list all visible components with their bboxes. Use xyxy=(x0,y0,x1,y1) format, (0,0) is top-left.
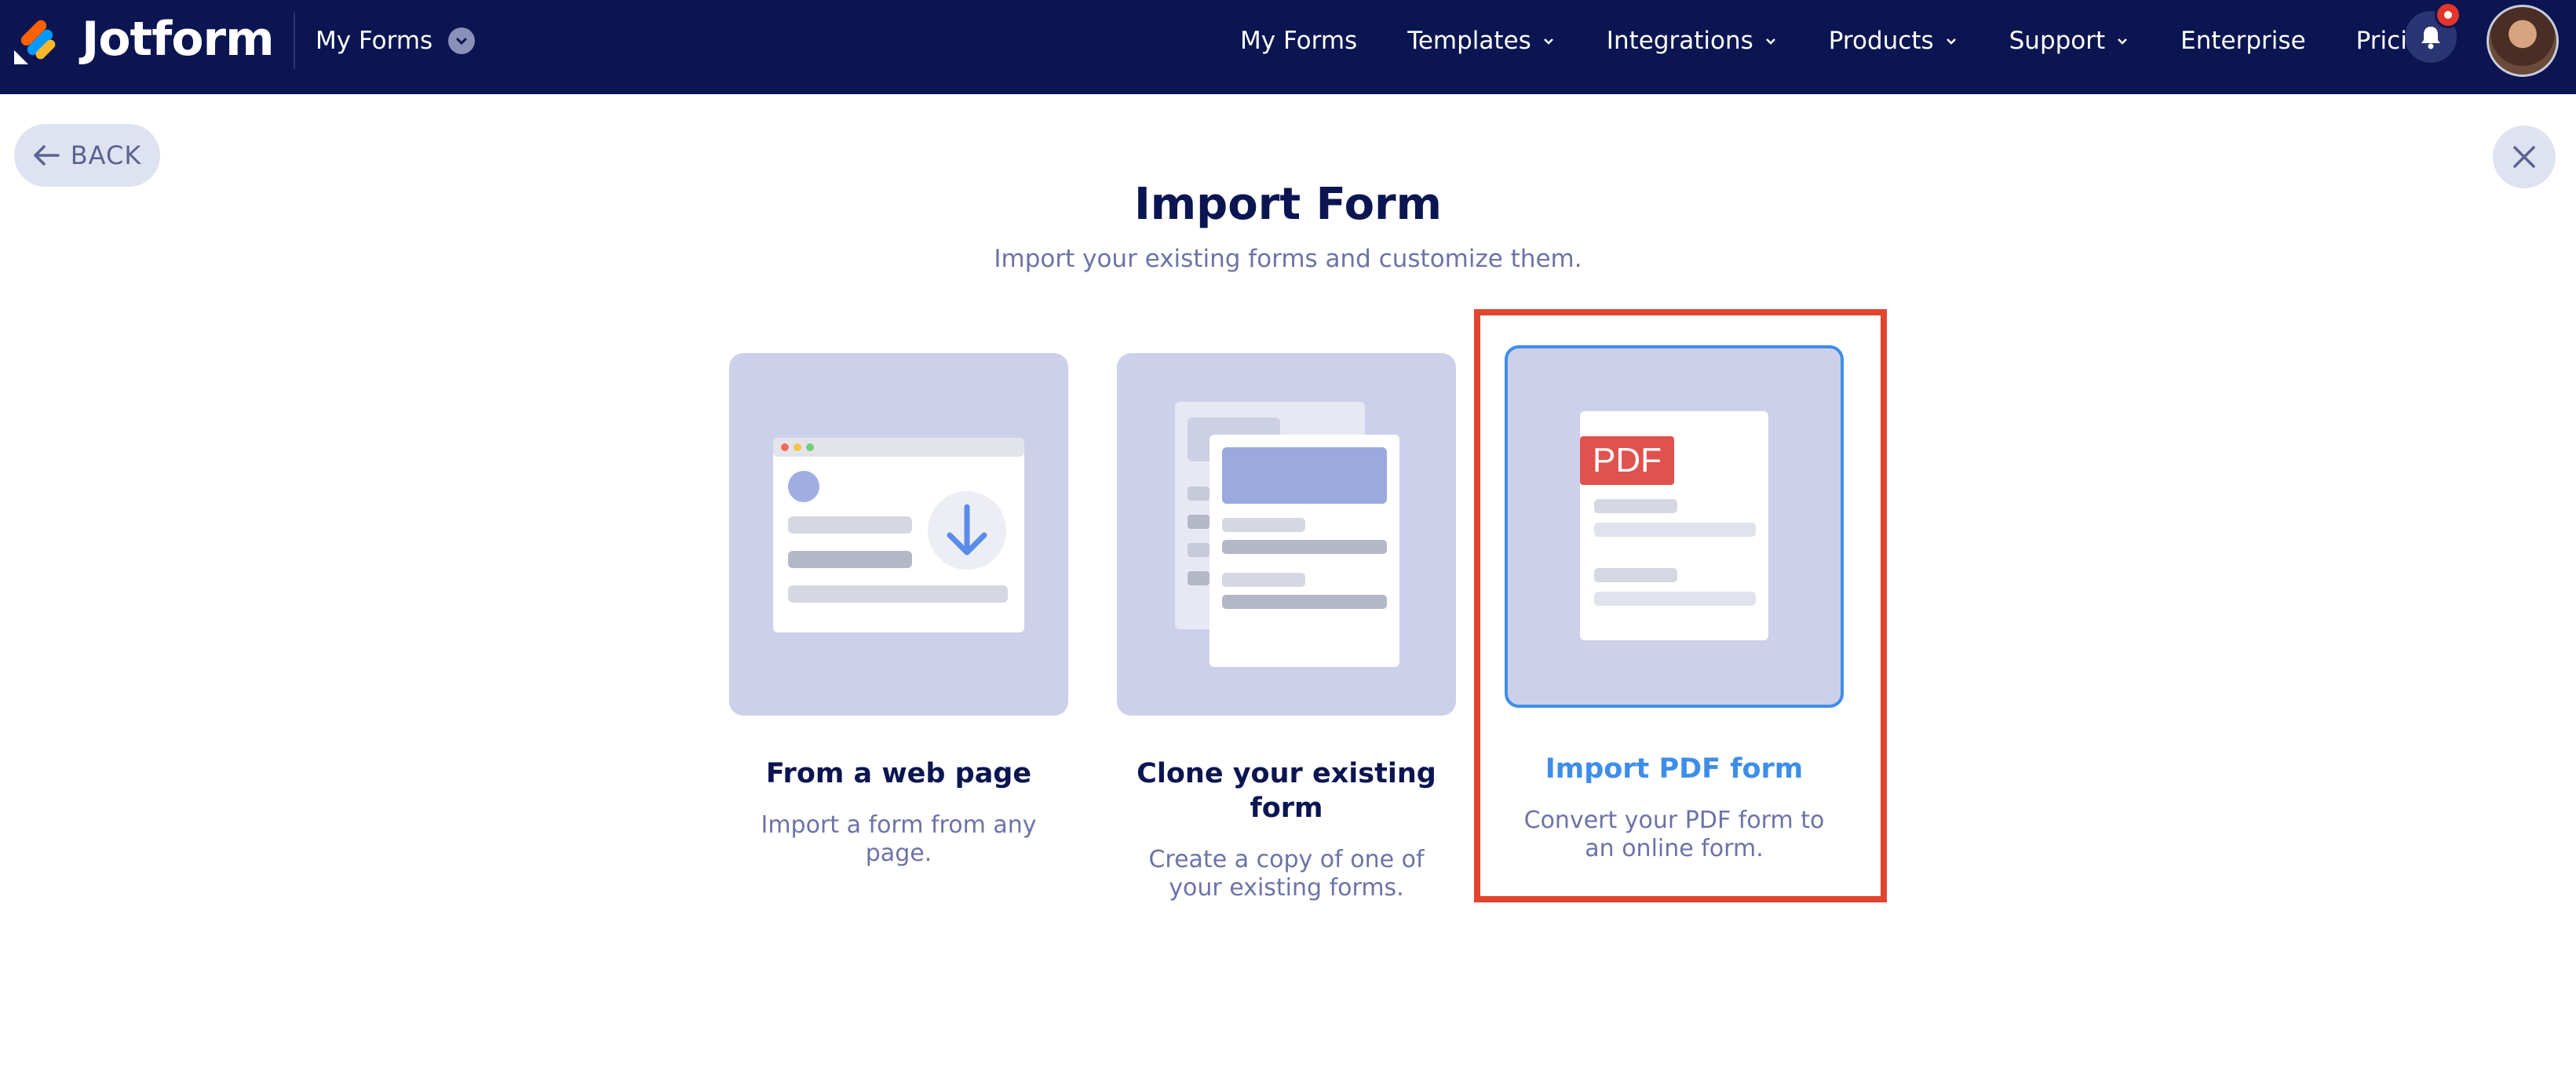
nav-link-label: Enterprise xyxy=(2180,27,2306,55)
nav-divider xyxy=(294,13,295,69)
web-page-illustration xyxy=(729,353,1068,716)
card-title: From a web page xyxy=(765,758,1032,789)
my-forms-switcher[interactable]: My Forms xyxy=(316,20,476,61)
card-title: Clone your existing form xyxy=(1137,758,1436,824)
chevron-down-icon xyxy=(1543,38,1553,45)
nav-link-products[interactable]: Products xyxy=(1829,27,1959,55)
pdf-badge-label: PDF xyxy=(1593,441,1662,479)
chevron-down-icon xyxy=(1765,38,1775,45)
pdf-illustration: PDF xyxy=(1505,345,1844,708)
back-label: BACK xyxy=(70,140,142,170)
brand-name[interactable]: Jotform xyxy=(82,11,275,67)
chevron-down-icon xyxy=(448,27,476,54)
close-icon xyxy=(2513,146,2535,168)
card-description: Convert your PDF form to an online form. xyxy=(1523,807,1825,862)
avatar[interactable] xyxy=(2487,5,2559,77)
arrow-left-icon xyxy=(33,145,60,166)
nav-link-enterprise[interactable]: Enterprise xyxy=(2180,27,2305,55)
chevron-down-icon xyxy=(1946,38,1956,45)
card-description: Create a copy of one of your existing fo… xyxy=(1148,846,1425,902)
jotform-logo-icon[interactable] xyxy=(13,16,63,66)
notification-badge xyxy=(2435,2,2461,28)
browser-download-icon xyxy=(773,438,1024,632)
pdf-badge: PDF xyxy=(1580,436,1674,485)
nav-link-label: Support xyxy=(2009,27,2106,55)
card-title: Import PDF form xyxy=(1545,753,1804,785)
switcher-label: My Forms xyxy=(316,27,433,55)
nav-link-templates[interactable]: Templates xyxy=(1407,27,1556,55)
nav-link-label: My Forms xyxy=(1240,27,1358,55)
top-navbar: Jotform My Forms My Forms Templates Inte… xyxy=(0,0,2576,94)
page-title: Import Form xyxy=(1133,179,1443,230)
nav-links: My Forms Templates Integrations Products… xyxy=(1240,20,2488,61)
nav-link-label: Integrations xyxy=(1606,27,1753,55)
nav-link-my-forms[interactable]: My Forms xyxy=(1240,27,1357,55)
nav-link-label: Products xyxy=(1828,27,1934,55)
clone-form-icon xyxy=(1175,402,1399,667)
page-subtitle: Import your existing forms and customize… xyxy=(994,245,1582,273)
import-from-web-page-card[interactable]: From a web page Import a form from any p… xyxy=(729,353,1068,868)
nav-link-support[interactable]: Support xyxy=(2009,27,2131,55)
chevron-down-icon xyxy=(2118,38,2128,45)
import-pdf-form-card[interactable]: PDF Import PDF form Convert your PDF for… xyxy=(1505,345,1844,863)
nav-link-label: Templates xyxy=(1407,27,1531,55)
clone-existing-form-card[interactable]: Clone your existing form Create a copy o… xyxy=(1117,353,1456,902)
clone-illustration xyxy=(1117,353,1456,716)
card-description: Import a form from any page. xyxy=(761,811,1037,867)
bell-icon xyxy=(2421,27,2440,49)
nav-link-integrations[interactable]: Integrations xyxy=(1607,27,1779,55)
pdf-document-icon xyxy=(1580,411,1768,640)
